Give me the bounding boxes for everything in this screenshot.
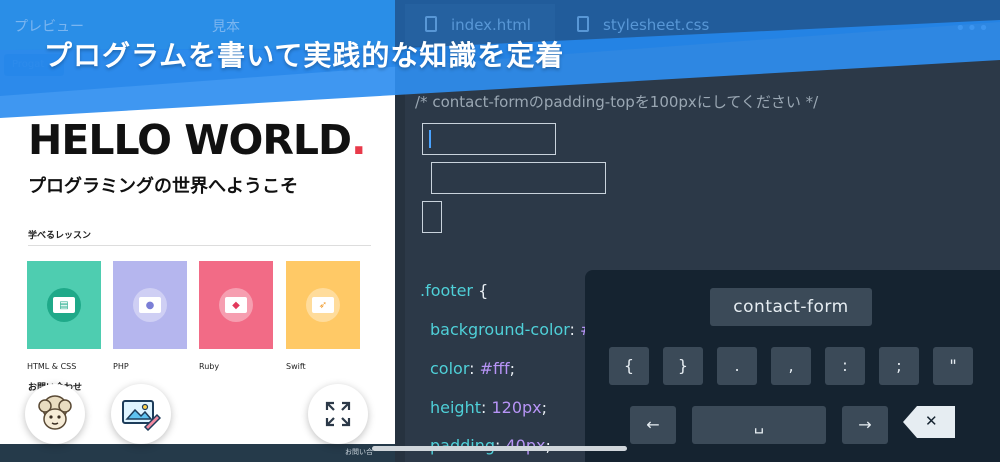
lessons-divider xyxy=(28,245,371,246)
brace: { xyxy=(473,281,489,300)
css-property: color xyxy=(430,359,470,378)
expand-icon xyxy=(325,401,351,427)
hero-subtitle: プログラミングの世界へようこそ xyxy=(28,176,298,197)
hero-title-text: HELLO WORLD xyxy=(28,116,352,164)
key-open-brace[interactable]: { xyxy=(609,347,649,385)
tab-label: index.html xyxy=(451,16,531,34)
delete-key-label: ✕ xyxy=(925,412,938,430)
key-semicolon[interactable]: ; xyxy=(879,347,919,385)
key-period[interactable]: . xyxy=(717,347,757,385)
tab-label: stylesheet.css xyxy=(603,16,710,34)
css-selector: .footer xyxy=(420,281,473,300)
file-icon xyxy=(425,16,437,32)
swift-icon: ➶ xyxy=(312,297,334,313)
css-value: 120px xyxy=(491,398,542,417)
css-value: #fff xyxy=(479,359,510,378)
php-icon: ● xyxy=(139,297,161,313)
lesson-card-ruby[interactable]: ◆ xyxy=(199,261,273,349)
suggestion-key[interactable]: contact-form xyxy=(710,288,872,326)
preview-footer: お問い合 xyxy=(0,444,395,462)
ruby-icon: ◆ xyxy=(225,297,247,313)
blank-input-3[interactable] xyxy=(422,201,442,233)
text-caret xyxy=(429,130,431,148)
blank-input-1[interactable] xyxy=(422,123,556,155)
sheep-mascot-icon xyxy=(38,395,72,430)
mascot-button[interactable] xyxy=(25,384,85,444)
key-comma[interactable]: , xyxy=(771,347,811,385)
tab-sample[interactable]: 見本 xyxy=(212,16,240,36)
html-css-icon: ▤ xyxy=(53,297,75,313)
lesson-card-swift[interactable]: ➶ xyxy=(286,261,360,349)
code-line: background-color: # xyxy=(430,320,593,339)
more-options-icon[interactable]: ••• xyxy=(955,18,990,39)
hero-title-dot: . xyxy=(351,116,367,164)
lesson-label-ruby: Ruby xyxy=(199,362,220,371)
lesson-label-php: PHP xyxy=(113,362,129,371)
lessons-heading: 学べるレッスン xyxy=(28,231,92,241)
slides-edit-icon xyxy=(122,400,161,431)
hero-title: HELLO WORLD. xyxy=(28,116,367,164)
key-space[interactable]: ␣ xyxy=(692,406,826,444)
delete-key[interactable]: ✕ xyxy=(903,406,955,438)
promo-headline: プログラムを書いて実践的な知識を定着 xyxy=(44,39,565,72)
code-line-selector: .footer { xyxy=(420,281,488,300)
css-property: background-color xyxy=(430,320,570,339)
instruction-comment: /* contact-formのpadding-topを100pxにしてください… xyxy=(415,93,819,111)
lesson-card-php[interactable]: ● xyxy=(113,261,187,349)
file-icon xyxy=(577,16,589,32)
key-left-arrow[interactable]: ← xyxy=(630,406,676,444)
key-colon[interactable]: : xyxy=(825,347,865,385)
lesson-label-swift: Swift xyxy=(286,362,306,371)
key-close-brace[interactable]: } xyxy=(663,347,703,385)
code-line: height: 120px; xyxy=(430,398,548,417)
tab-stylesheet-css[interactable]: stylesheet.css xyxy=(557,4,737,46)
lesson-card-html-css[interactable]: ▤ xyxy=(27,261,101,349)
home-indicator xyxy=(372,446,627,451)
key-right-arrow[interactable]: → xyxy=(842,406,888,444)
key-quote[interactable]: " xyxy=(933,347,973,385)
code-line: color: #fff; xyxy=(430,359,516,378)
slides-button[interactable] xyxy=(111,384,171,444)
css-property: height xyxy=(430,398,481,417)
tab-preview[interactable]: プレビュー xyxy=(14,16,84,36)
footer-text: お問い合 xyxy=(345,448,373,456)
blank-input-2[interactable] xyxy=(431,162,606,194)
fullscreen-button[interactable] xyxy=(308,384,368,444)
lesson-label-html-css: HTML & CSS xyxy=(27,362,77,371)
